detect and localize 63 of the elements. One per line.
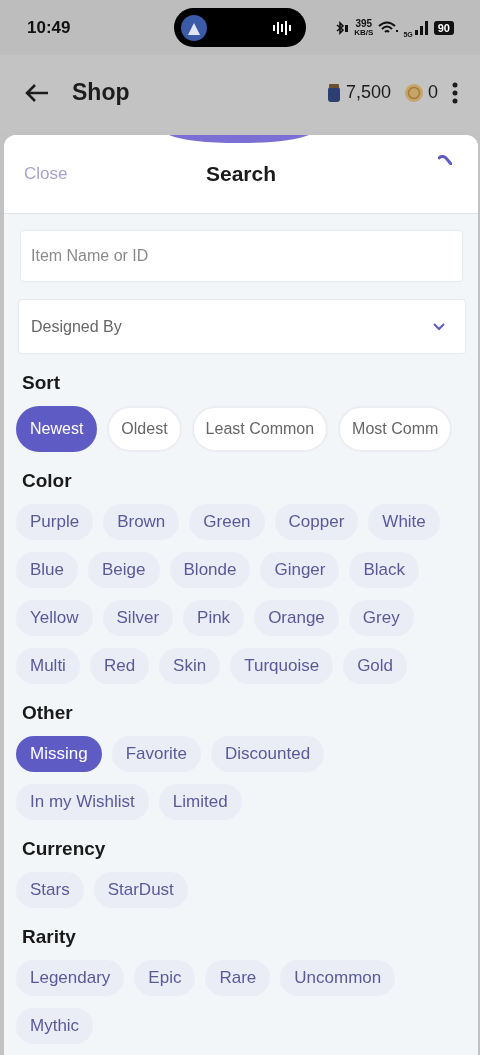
signal-icon — [414, 20, 429, 35]
filter-chip[interactable]: Least Common — [191, 406, 329, 452]
filter-chip[interactable]: Epic — [134, 960, 196, 996]
filter-chip[interactable]: Newest — [16, 406, 98, 452]
filter-chip[interactable]: Stars — [16, 872, 84, 908]
filter-chip[interactable]: Red — [89, 648, 150, 684]
filter-chip[interactable]: Grey — [348, 600, 414, 636]
clock-time: 10:49 — [27, 17, 72, 38]
filter-chip[interactable]: Legendary — [16, 960, 125, 996]
balance-amount: 0 — [428, 82, 438, 103]
filter-chip[interactable]: Purple — [16, 504, 94, 540]
filter-chip[interactable]: Missing — [16, 736, 102, 772]
filter-chip[interactable]: Rare — [205, 960, 271, 996]
filter-chip[interactable]: Pink — [183, 600, 245, 636]
filter-chip[interactable]: White — [368, 504, 440, 540]
designer-dropdown[interactable]: Designed By — [18, 299, 466, 354]
filter-chip[interactable]: Yellow — [16, 600, 93, 636]
back-button[interactable] — [24, 82, 50, 103]
section-heading: Other — [22, 701, 74, 725]
filter-chip[interactable]: Green — [189, 504, 265, 540]
sheet-title: Search — [204, 162, 277, 186]
filter-chip[interactable]: Brown — [103, 504, 180, 540]
section-heading: Rarity — [22, 925, 77, 949]
filter-chip[interactable]: Black — [349, 552, 420, 588]
coin-icon — [405, 83, 423, 102]
filter-chip[interactable]: Multi — [16, 648, 80, 684]
filter-chip[interactable]: Copper — [274, 504, 359, 540]
filter-chip[interactable]: In my Wishlist — [16, 784, 149, 820]
filter-chip[interactable]: Blonde — [169, 552, 251, 588]
more-icon[interactable] — [452, 81, 458, 104]
filter-chip[interactable]: Most Comm — [338, 406, 453, 452]
battery-level: 90 — [433, 20, 454, 35]
filter-chip[interactable]: Silver — [102, 600, 174, 636]
search-field[interactable]: Item Name or ID — [20, 230, 463, 282]
filter-chip[interactable]: Blue — [16, 552, 79, 588]
loading-spinner-icon — [438, 155, 452, 165]
speed-unit: KB/S — [354, 28, 374, 37]
filter-chip[interactable]: Discounted — [211, 736, 325, 772]
filter-chip[interactable]: StarDust — [93, 872, 188, 908]
section-heading: Sort — [22, 371, 61, 395]
filter-chip[interactable]: Gold — [343, 648, 408, 684]
filter-chip[interactable]: Skin — [159, 648, 221, 684]
filter-chip[interactable]: Favorite — [111, 736, 202, 772]
jar-icon — [326, 83, 341, 102]
sheet-handle[interactable] — [169, 135, 309, 144]
filter-chip[interactable]: Turquoise — [230, 648, 334, 684]
filter-chip[interactable]: Beige — [88, 552, 160, 588]
filter-chip[interactable]: Mythic — [16, 1008, 94, 1044]
wifi-icon — [378, 20, 399, 35]
filter-chip[interactable]: Limited — [158, 784, 242, 820]
bluetooth-icon — [336, 20, 350, 35]
filter-chip[interactable]: Oldest — [107, 406, 182, 452]
app-avatar-icon — [181, 14, 207, 41]
section-heading: Color — [22, 469, 73, 493]
audio-wave-icon — [272, 20, 294, 35]
filter-chip[interactable]: Orange — [254, 600, 339, 636]
network-speed: 395 — [355, 18, 373, 29]
filter-chip[interactable]: Ginger — [260, 552, 340, 588]
filter-chip[interactable]: Uncommon — [280, 960, 396, 996]
balance-amount: 7,500 — [345, 82, 391, 103]
section-heading: Currency — [22, 837, 107, 861]
chevron-down-icon — [433, 322, 445, 331]
page-title: Shop — [72, 79, 131, 106]
